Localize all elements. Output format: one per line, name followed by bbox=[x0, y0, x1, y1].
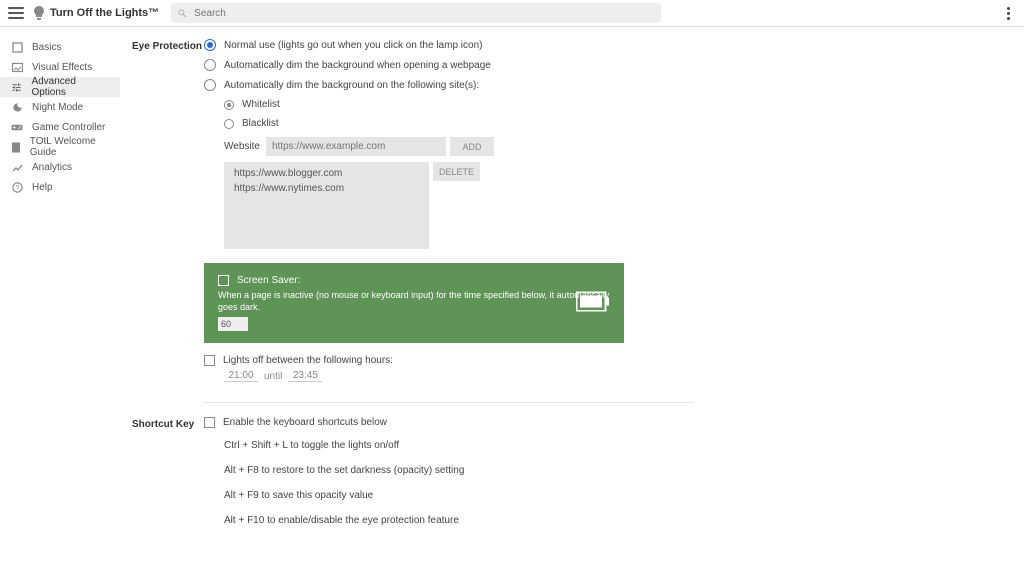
screen-saver-desc: When a page is inactive (no mouse or key… bbox=[218, 290, 610, 313]
radio-auto-open[interactable]: Automatically dim the background when op… bbox=[204, 59, 752, 71]
sidebar-item-welcome-guide[interactable]: TOtL Welcome Guide bbox=[0, 137, 120, 157]
screen-saver-label: Screen Saver: bbox=[237, 275, 300, 286]
until-label: until bbox=[264, 371, 282, 382]
book-icon bbox=[10, 140, 22, 154]
sidebar-item-label: Advanced Options bbox=[31, 76, 110, 98]
sidebar: Basics Visual Effects Advanced Options N… bbox=[0, 27, 120, 580]
sidebar-item-label: Basics bbox=[32, 42, 61, 53]
sidebar-item-advanced-options[interactable]: Advanced Options bbox=[0, 77, 120, 97]
enable-shortcuts-row[interactable]: Enable the keyboard shortcuts below bbox=[204, 417, 752, 428]
chart-icon bbox=[10, 160, 24, 174]
website-input[interactable] bbox=[266, 137, 446, 156]
lamp-icon bbox=[32, 6, 46, 20]
shortcut-line: Alt + F8 to restore to the set darkness … bbox=[224, 465, 752, 476]
radio-normal-use[interactable]: Normal use (lights go out when you click… bbox=[204, 39, 752, 51]
menu-icon[interactable] bbox=[8, 5, 24, 21]
radio-label: Automatically dim the background when op… bbox=[224, 60, 491, 71]
screen-saver-checkbox[interactable] bbox=[218, 275, 229, 286]
hours-checkbox-row[interactable]: Lights off between the following hours: bbox=[204, 355, 752, 366]
time-to-input[interactable] bbox=[288, 370, 322, 382]
sidebar-item-visual-effects[interactable]: Visual Effects bbox=[0, 57, 120, 77]
battery-icon bbox=[576, 292, 610, 315]
radio-icon bbox=[204, 79, 216, 91]
help-icon: ? bbox=[10, 180, 24, 194]
radio-whitelist[interactable]: Whitelist bbox=[224, 99, 752, 110]
site-list-item[interactable]: https://www.blogger.com bbox=[234, 168, 419, 179]
section-heading-shortcut: Shortcut Key bbox=[132, 417, 204, 540]
radio-auto-sites[interactable]: Automatically dim the background on the … bbox=[204, 79, 752, 91]
moon-icon bbox=[10, 100, 24, 114]
sidebar-item-game-controller[interactable]: Game Controller bbox=[0, 117, 120, 137]
radio-icon bbox=[204, 39, 216, 51]
radio-label: Whitelist bbox=[242, 99, 280, 110]
shortcut-line: Ctrl + Shift + L to toggle the lights on… bbox=[224, 440, 752, 451]
radio-label: Blacklist bbox=[242, 118, 279, 129]
delete-button[interactable]: DELETE bbox=[433, 162, 480, 181]
hours-checkbox[interactable] bbox=[204, 355, 215, 366]
time-from-input[interactable] bbox=[224, 370, 258, 382]
sidebar-item-night-mode[interactable]: Night Mode bbox=[0, 97, 120, 117]
radio-icon bbox=[224, 119, 234, 129]
sidebar-item-label: Help bbox=[32, 182, 53, 193]
enable-shortcuts-checkbox[interactable] bbox=[204, 417, 215, 428]
radio-icon bbox=[204, 59, 216, 71]
section-heading-eye-protection: Eye Protection bbox=[132, 39, 204, 417]
search-icon bbox=[177, 8, 188, 19]
tune-icon bbox=[10, 80, 23, 94]
add-button[interactable]: ADD bbox=[450, 137, 494, 156]
svg-text:?: ? bbox=[15, 185, 19, 192]
sidebar-item-label: TOtL Welcome Guide bbox=[30, 136, 110, 158]
sidebar-item-analytics[interactable]: Analytics bbox=[0, 157, 120, 177]
sidebar-item-label: Night Mode bbox=[32, 102, 83, 113]
search-field[interactable] bbox=[171, 3, 661, 23]
enable-shortcuts-label: Enable the keyboard shortcuts below bbox=[223, 417, 387, 428]
radio-label: Automatically dim the background on the … bbox=[224, 80, 479, 91]
site-list-item[interactable]: https://www.nytimes.com bbox=[234, 183, 419, 194]
app-title: Turn Off the Lights™ bbox=[50, 7, 159, 19]
screen-saver-seconds-input[interactable] bbox=[218, 317, 248, 331]
shortcut-line: Alt + F10 to enable/disable the eye prot… bbox=[224, 515, 752, 526]
search-input[interactable] bbox=[192, 7, 655, 20]
screen-saver-panel: Screen Saver: When a page is inactive (n… bbox=[204, 263, 624, 343]
shortcut-line: Alt + F9 to save this opacity value bbox=[224, 490, 752, 501]
more-icon[interactable] bbox=[1000, 7, 1016, 20]
website-label: Website bbox=[224, 141, 260, 152]
sidebar-item-basics[interactable]: Basics bbox=[0, 37, 120, 57]
sidebar-item-label: Visual Effects bbox=[32, 62, 92, 73]
sidebar-item-label: Game Controller bbox=[32, 122, 105, 133]
hours-label: Lights off between the following hours: bbox=[223, 355, 393, 366]
radio-blacklist[interactable]: Blacklist bbox=[224, 118, 752, 129]
section-divider bbox=[204, 402, 694, 403]
sidebar-item-help[interactable]: ? Help bbox=[0, 177, 120, 197]
gamepad-icon bbox=[10, 120, 24, 134]
sidebar-item-label: Analytics bbox=[32, 162, 72, 173]
radio-label: Normal use (lights go out when you click… bbox=[224, 40, 482, 51]
image-icon bbox=[10, 60, 24, 74]
site-list[interactable]: https://www.blogger.com https://www.nyti… bbox=[224, 162, 429, 249]
square-icon bbox=[10, 40, 24, 54]
radio-icon bbox=[224, 100, 234, 110]
